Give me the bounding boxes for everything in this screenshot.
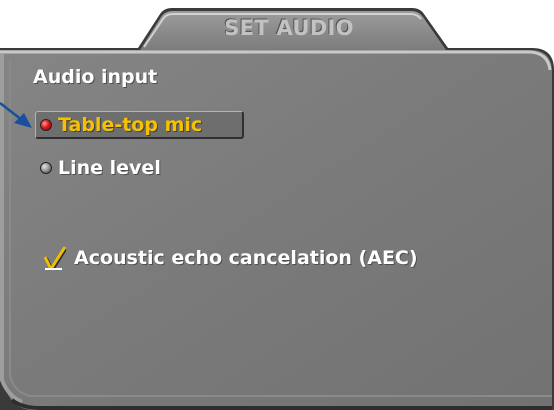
radio-option-table-top-mic[interactable]: Table-top mic [35,111,244,139]
radio-option-label: Table-top mic [58,113,203,136]
window-title: SET AUDIO [224,16,354,40]
set-audio-screen: SET AUDIO Audio input Table-top mic Line… [0,0,554,410]
radio-unselected-icon [40,162,52,174]
aec-checkbox-label: Acoustic echo cancelation (AEC) [74,247,418,269]
checkmark-icon [44,246,66,270]
arrow-pointer-icon [0,102,32,128]
radio-selected-icon [40,118,52,131]
audio-input-label: Audio input [33,66,158,88]
aec-checkbox[interactable]: Acoustic echo cancelation (AEC) [44,244,418,272]
dialog-frame [0,8,554,410]
radio-option-line-level[interactable]: Line level [40,156,161,180]
dialog-panel [0,50,552,410]
radio-option-label: Line level [58,157,161,179]
